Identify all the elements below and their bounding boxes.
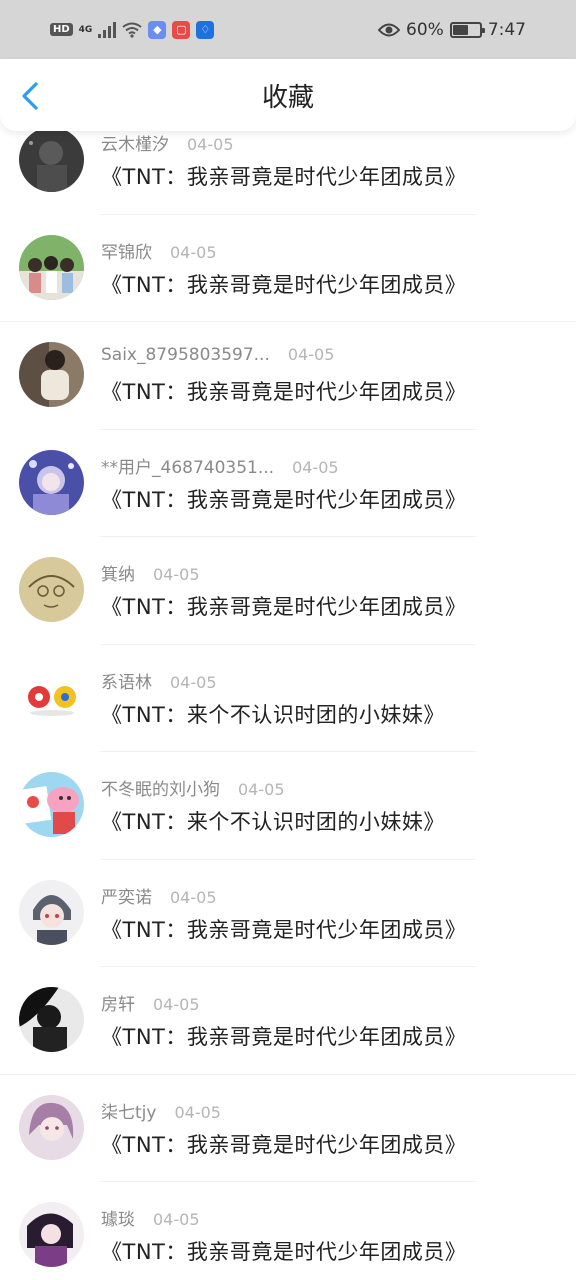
- list-item[interactable]: 系语林 04-05 《TNT：来个不认识时团的小妹妹》: [0, 645, 576, 752]
- item-meta: **用户_468740351... 04-05: [101, 453, 339, 478]
- book-app-icon: ▢: [172, 20, 191, 39]
- date: 04-05: [292, 457, 339, 477]
- avatar[interactable]: [19, 557, 84, 622]
- username: 系语林: [101, 672, 152, 693]
- item-title: 《TNT：我亲哥竟是时代少年团成员》: [101, 917, 467, 942]
- item-title: 《TNT：来个不认识时团的小妹妹》: [101, 810, 445, 834]
- status-bar: HD 4G ◆ ▢ ♢ 60% 7:47: [0, 0, 576, 59]
- avatar[interactable]: [19, 987, 84, 1052]
- top-app-bar: 收藏: [0, 59, 576, 131]
- avatar[interactable]: [19, 1202, 84, 1267]
- battery-icon: [449, 21, 485, 38]
- date: 04-05: [153, 995, 200, 1014]
- list-item[interactable]: 箕纳 04-05 《TNT：我亲哥竟是时代少年团成员》: [0, 537, 576, 645]
- app-notification-icon: ◆: [148, 20, 167, 39]
- username: 璩琰: [101, 1210, 135, 1230]
- list-item[interactable]: **用户_468740351... 04-05 《TNT：我亲哥竟是时代少年团成…: [0, 430, 576, 537]
- date: 04-05: [187, 135, 234, 154]
- date: 04-05: [174, 1102, 221, 1122]
- list-item[interactable]: 罕锦欣 04-05 《TNT：我亲哥竟是时代少年团成员》: [0, 215, 576, 322]
- status-left: HD 4G ◆ ▢ ♢: [50, 20, 215, 39]
- item-meta: 罕锦欣 04-05: [101, 238, 217, 263]
- item-title: 《TNT：我亲哥竟是时代少年团成员》: [101, 487, 467, 512]
- item-meta: 箕纳 04-05: [101, 560, 200, 585]
- item-title: 《TNT：我亲哥竟是时代少年团成员》: [101, 165, 467, 189]
- avatar[interactable]: [19, 342, 84, 407]
- username: **用户_468740351...: [101, 457, 275, 478]
- battery-fill: [452, 24, 469, 35]
- item-meta: Saix_8795803597... 04-05: [101, 345, 334, 365]
- battery-percent: 60%: [406, 19, 444, 40]
- back-arrow-icon[interactable]: [16, 81, 46, 111]
- list-item[interactable]: 房轩 04-05 《TNT：我亲哥竟是时代少年团成员》: [0, 967, 576, 1075]
- date: 04-05: [153, 1210, 200, 1229]
- list-item[interactable]: Saix_8795803597... 04-05 《TNT：我亲哥竟是时代少年团…: [0, 322, 576, 430]
- page-title: 收藏: [261, 82, 314, 113]
- avatar[interactable]: [19, 879, 84, 945]
- item-title: 《TNT：来个不认识时团的小妹妹》: [101, 702, 445, 727]
- date: 04-05: [238, 780, 285, 799]
- network-generation: 4G: [78, 24, 93, 35]
- avatar[interactable]: [19, 772, 84, 837]
- item-title: 《TNT：我亲哥竟是时代少年团成员》: [101, 272, 467, 297]
- item-meta: 柒七tjy 04-05: [101, 1098, 221, 1123]
- status-right: 60% 7:47: [378, 20, 526, 40]
- signal-icon: [98, 21, 117, 38]
- item-title: 《TNT：我亲哥竟是时代少年团成员》: [101, 595, 467, 619]
- username: 箕纳: [101, 565, 135, 585]
- username: 房轩: [101, 995, 135, 1015]
- item-meta: 璩琰 04-05: [101, 1205, 200, 1230]
- username: 不冬眠的刘小狗: [101, 780, 220, 800]
- username: 柒七tjy: [101, 1102, 157, 1123]
- hd-badge: HD: [50, 23, 73, 36]
- list-item[interactable]: 柒七tjy 04-05 《TNT：我亲哥竟是时代少年团成员》: [0, 1075, 576, 1182]
- avatar[interactable]: [19, 234, 84, 300]
- item-title: 《TNT：我亲哥竟是时代少年团成员》: [101, 1025, 467, 1049]
- date: 04-05: [170, 672, 217, 692]
- item-meta: 严奕诺 04-05: [101, 883, 217, 908]
- username: Saix_8795803597...: [101, 345, 270, 365]
- username: 严奕诺: [101, 887, 152, 908]
- date: 04-05: [287, 345, 335, 364]
- item-title: 《TNT：我亲哥竟是时代少年团成员》: [101, 380, 467, 404]
- username: 罕锦欣: [101, 242, 152, 263]
- date: 04-05: [170, 887, 217, 907]
- item-meta: 房轩 04-05: [101, 990, 200, 1015]
- item-meta: 系语林 04-05: [101, 668, 217, 693]
- avatar[interactable]: [19, 127, 84, 192]
- wifi-icon: [122, 22, 142, 38]
- list-item[interactable]: 璩琰 04-05 《TNT：我亲哥竟是时代少年团成员》: [0, 1182, 576, 1280]
- favorites-list: 云木槿汐 04-05 《TNT：我亲哥竟是时代少年团成员》 罕锦欣 04-05 …: [0, 107, 576, 1280]
- username: 云木槿汐: [101, 135, 169, 155]
- avatar[interactable]: [19, 449, 84, 515]
- status-time: 7:47: [487, 19, 526, 40]
- item-meta: 不冬眠的刘小狗 04-05: [101, 775, 285, 800]
- date: 04-05: [170, 242, 217, 262]
- list-item[interactable]: 不冬眠的刘小狗 04-05 《TNT：来个不认识时团的小妹妹》: [0, 752, 576, 860]
- eye-icon: [378, 23, 401, 36]
- bulb-app-icon: ♢: [196, 20, 215, 39]
- avatar[interactable]: [19, 664, 84, 730]
- list-item[interactable]: 严奕诺 04-05 《TNT：我亲哥竟是时代少年团成员》: [0, 860, 576, 967]
- avatar[interactable]: [19, 1094, 84, 1160]
- date: 04-05: [153, 565, 200, 584]
- item-title: 《TNT：我亲哥竟是时代少年团成员》: [101, 1240, 467, 1264]
- item-meta: 云木槿汐 04-05: [101, 130, 234, 155]
- item-title: 《TNT：我亲哥竟是时代少年团成员》: [101, 1132, 467, 1157]
